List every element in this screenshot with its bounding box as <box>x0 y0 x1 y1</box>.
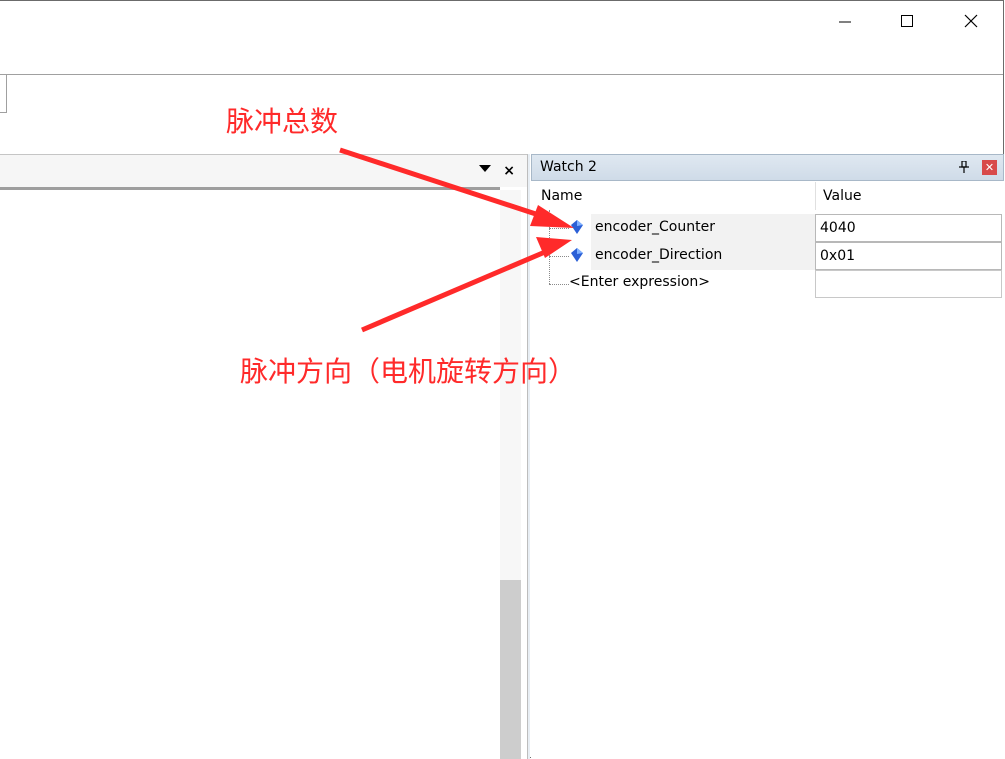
toolbar-edge <box>0 75 7 113</box>
watch-panel: Watch 2 ✕ Name Value encoder_Counter 404… <box>531 154 1004 759</box>
annotation-pulse-total: 脉冲总数 <box>226 105 339 138</box>
watch-row-name: encoder_Direction <box>595 247 723 263</box>
toolbar-separator <box>0 74 1003 75</box>
minimize-button[interactable] <box>822 1 868 41</box>
watch-row-value[interactable]: 4040 <box>815 214 1002 242</box>
variable-gem-icon <box>571 248 583 262</box>
enter-expression-row[interactable]: <Enter expression> <box>531 270 1004 298</box>
editor-close-button[interactable]: × <box>503 163 515 179</box>
scrollbar-thumb[interactable] <box>500 580 521 759</box>
editor-divider <box>0 187 500 190</box>
enter-expression-label[interactable]: <Enter expression> <box>569 274 710 290</box>
watch-row[interactable]: encoder_Direction 0x01 <box>531 242 1004 270</box>
watch-row-value[interactable]: 0x01 <box>815 242 1002 270</box>
editor-pane: × <box>0 154 527 759</box>
pin-icon[interactable] <box>959 160 969 176</box>
column-header-name[interactable]: Name <box>541 182 811 210</box>
maximize-button[interactable] <box>884 1 930 41</box>
watch-row-name: encoder_Counter <box>595 219 715 235</box>
watch-title-bar: Watch 2 ✕ <box>531 154 1004 181</box>
close-window-button[interactable] <box>948 1 994 41</box>
triangle-down-icon[interactable] <box>479 165 491 173</box>
close-icon <box>964 14 978 28</box>
annotation-pulse-direction: 脉冲方向（电机旋转方向） <box>240 355 577 388</box>
column-header-value[interactable]: Value <box>823 182 983 210</box>
minimize-icon <box>839 21 851 23</box>
pane-splitter[interactable] <box>527 154 530 759</box>
watch-row[interactable]: encoder_Counter 4040 <box>531 214 1004 242</box>
maximize-icon <box>901 15 913 27</box>
editor-header: × <box>0 154 527 187</box>
watch-close-icon[interactable]: ✕ <box>982 160 997 175</box>
watch-title: Watch 2 <box>540 159 597 175</box>
enter-expression-value[interactable] <box>815 270 1002 298</box>
title-bar <box>0 1 1003 41</box>
variable-gem-icon <box>571 220 583 234</box>
